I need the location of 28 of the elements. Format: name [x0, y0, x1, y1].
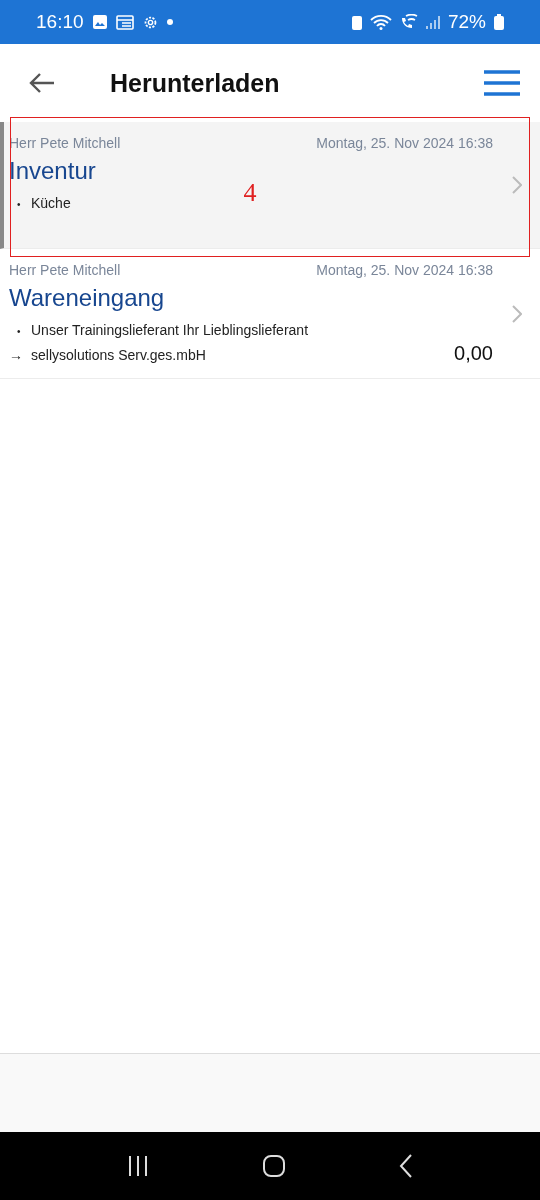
wifi-icon [369, 14, 392, 30]
detail-text: Küche [31, 195, 71, 211]
chevron-icon [512, 304, 522, 323]
calendar-icon [115, 14, 134, 30]
back-icon[interactable] [399, 1154, 414, 1178]
battery-percentage: 72% [447, 11, 486, 33]
wifi-call-icon [399, 14, 418, 30]
date-text: Montag, 25. Nov 2024 16:38 [316, 262, 493, 278]
arrow-text: → [9, 347, 24, 363]
bullet-text: • [16, 199, 22, 210]
signal-icon [425, 14, 440, 30]
image-icon [91, 14, 108, 30]
amount-text: 0,00 [454, 342, 493, 365]
dot-icon [166, 19, 173, 25]
recent-apps-icon[interactable] [126, 1155, 149, 1177]
annotation-number: 4 [243, 178, 257, 208]
bullet-text: • [16, 326, 22, 337]
home-icon[interactable] [262, 1154, 286, 1178]
date-text: Montag, 25. Nov 2024 16:38 [316, 135, 493, 151]
item-title: Wareneingang [9, 284, 166, 312]
item-title: Inventur [9, 157, 97, 185]
chevron-icon [512, 176, 522, 194]
author-text: Herr Pete Mitchell [9, 262, 121, 278]
page-title: Herunterladen [110, 68, 281, 98]
battery-icon [494, 14, 504, 30]
clock: 16:10 [36, 11, 84, 33]
detail-text: Unser Trainingslieferant Ihr Lieblingslieferant [31, 322, 309, 338]
detail-text: sellysolutions Serv.ges.mbH [31, 347, 206, 363]
